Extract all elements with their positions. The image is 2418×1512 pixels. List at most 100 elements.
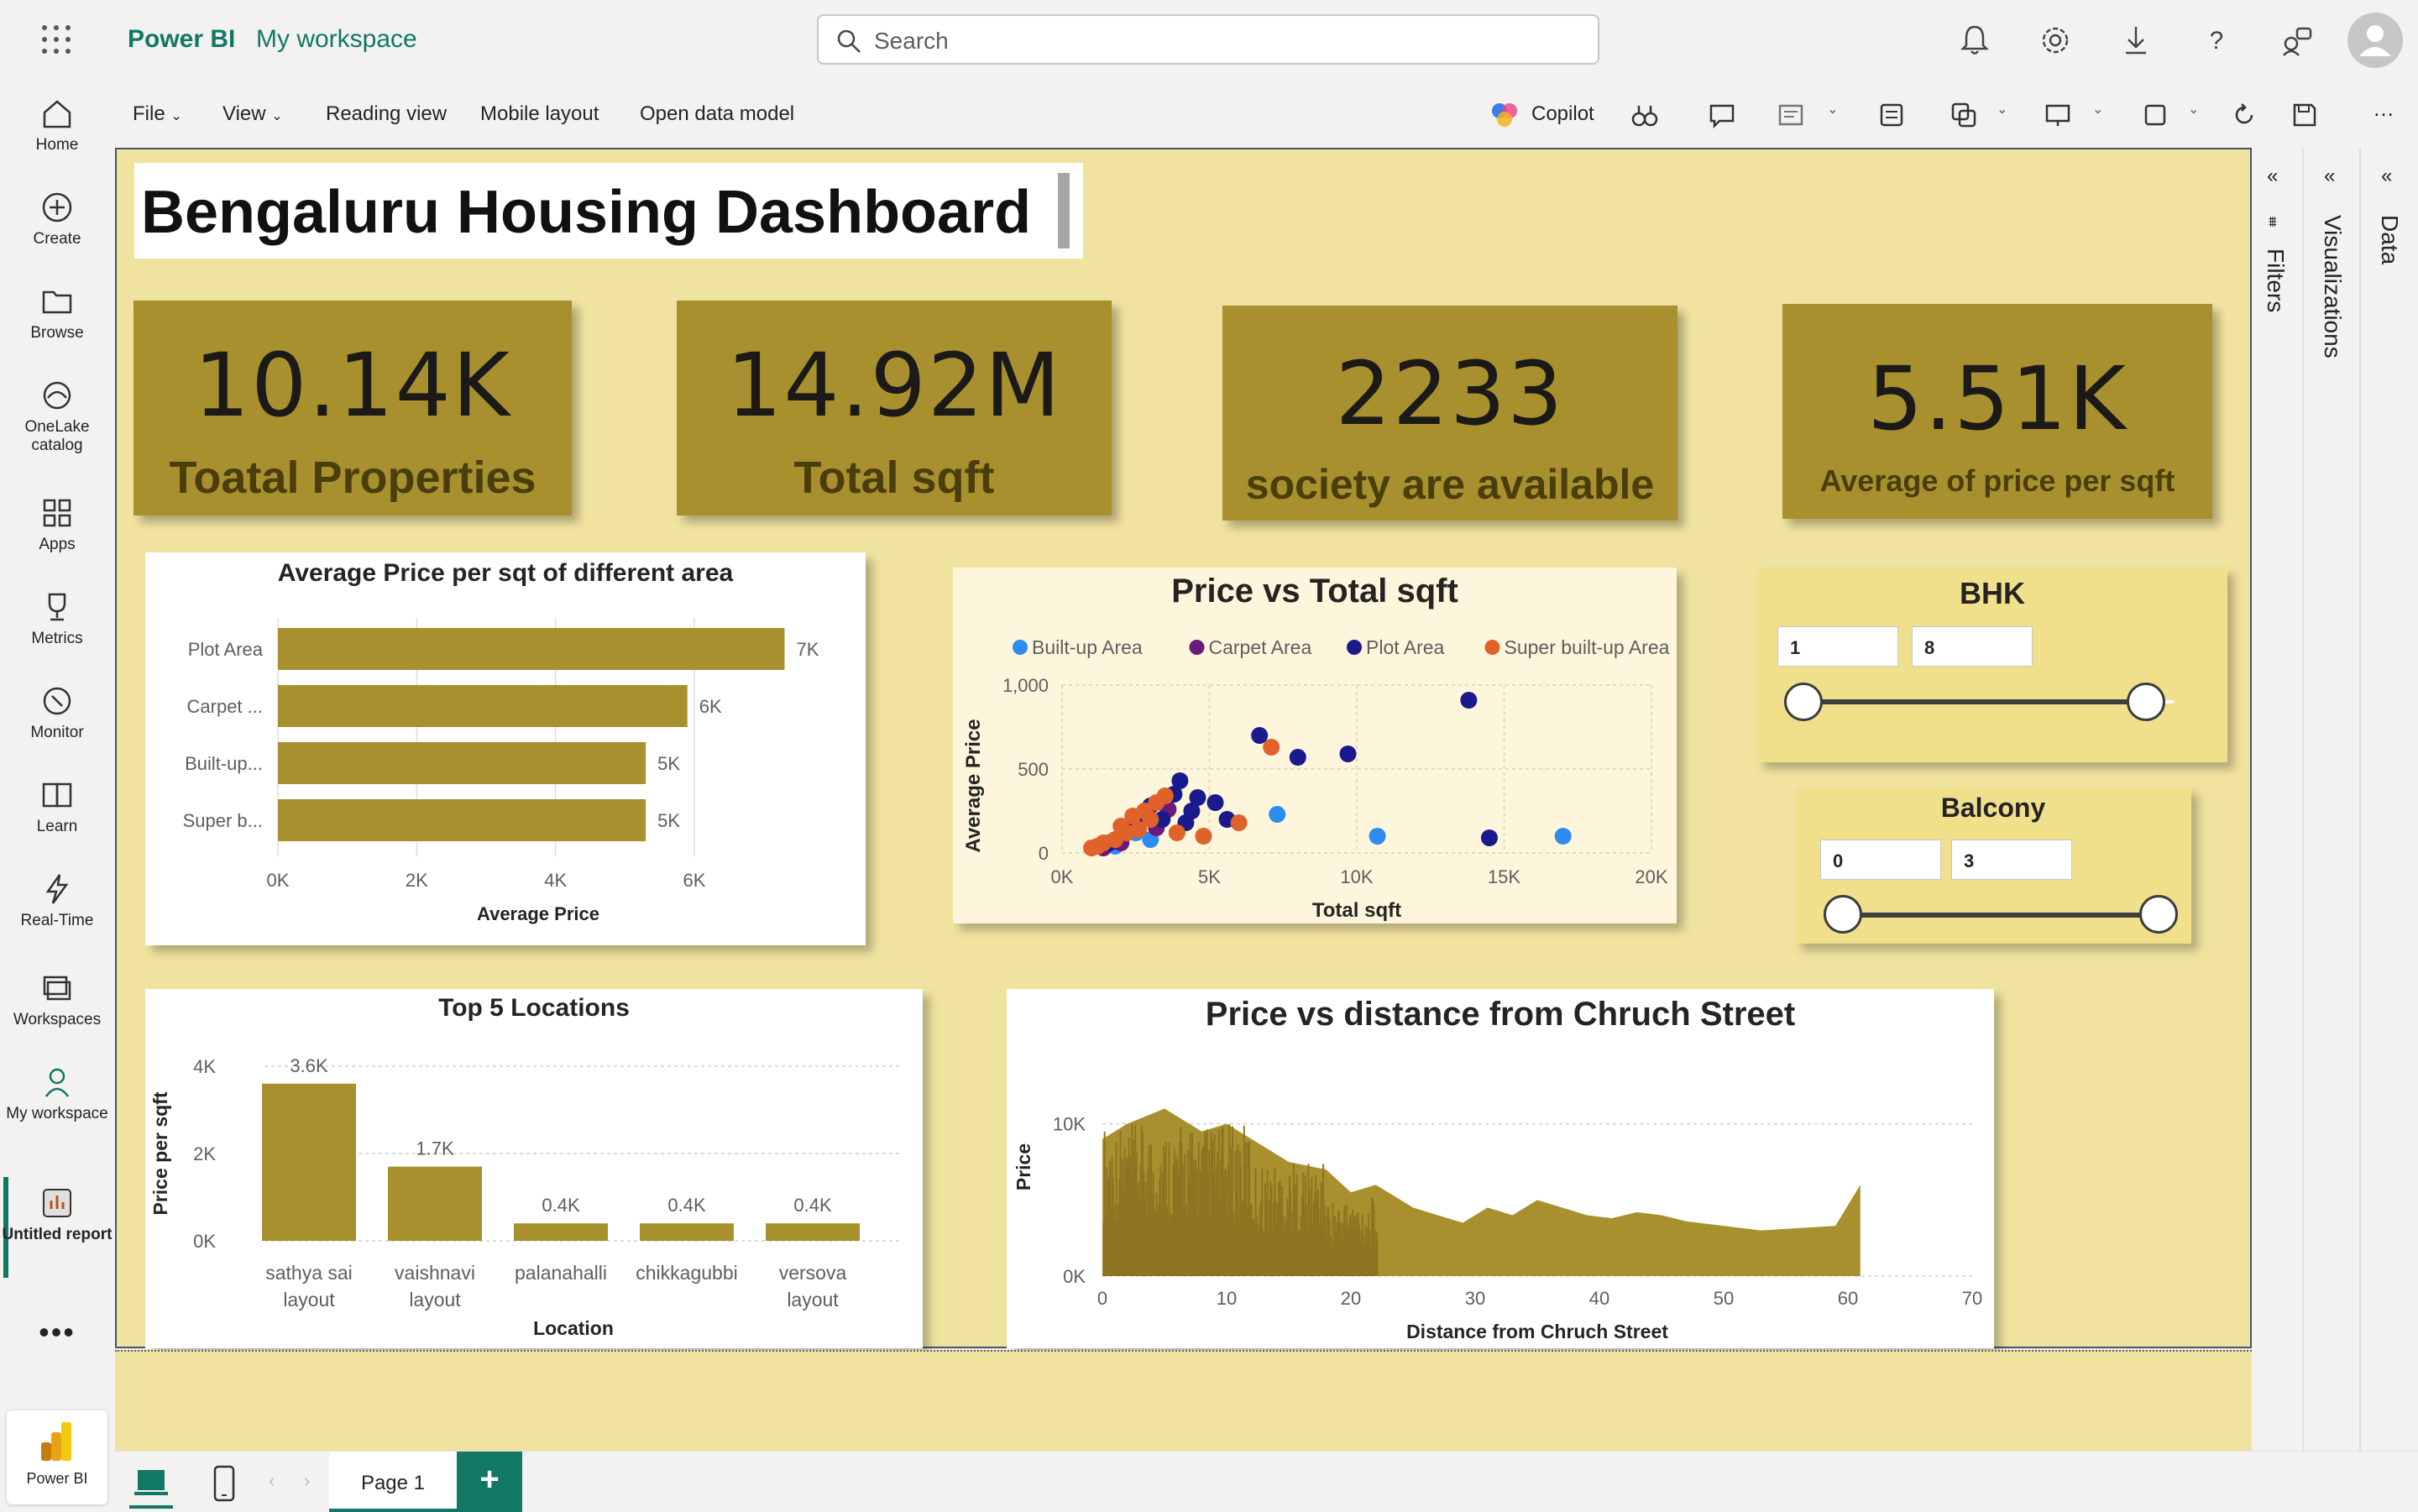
copilot-button[interactable]: Copilot <box>1531 102 1594 126</box>
data-label: 6K <box>699 696 722 717</box>
nav-monitor[interactable]: Monitor <box>0 683 114 742</box>
scatter-point <box>1460 692 1478 709</box>
bhk-slider-track[interactable] <box>1804 699 2148 704</box>
user-avatar[interactable] <box>2347 13 2403 68</box>
kpi-card-avg-price-per-sqft[interactable]: 5.51K Average of price per sqft <box>1782 304 2212 519</box>
app-name[interactable]: Power BI <box>128 25 235 54</box>
more-options-icon[interactable]: … <box>2373 96 2394 122</box>
home-icon <box>43 100 71 128</box>
chevron-left-icon[interactable]: ‹ <box>269 1470 275 1492</box>
nav-untitled-report[interactable]: Untitled report <box>0 1185 114 1244</box>
price-vs-distance-chart[interactable]: Price vs distance from Chruch Street 0K 1… <box>1007 989 1994 1348</box>
y-tick-label: 0K <box>1063 1266 1086 1287</box>
nav-workspaces[interactable]: Workspaces <box>0 971 114 1029</box>
category-label: palanahalli <box>515 1262 607 1284</box>
chevron-down-icon[interactable]: ⌄ <box>1827 101 1838 118</box>
add-page-button[interactable]: + <box>457 1452 522 1512</box>
binoculars-icon[interactable] <box>1630 101 1659 129</box>
report-canvas[interactable]: Bengaluru Housing Dashboard 10.14K Toata… <box>115 148 2252 1348</box>
scatter-point <box>1339 746 1357 762</box>
bhk-min-input[interactable]: 1 <box>1777 626 1898 667</box>
view-menu[interactable]: View ⌄ <box>222 102 283 126</box>
save-icon[interactable] <box>2290 101 2319 129</box>
bhk-slider-min-handle[interactable] <box>1784 683 1823 721</box>
balcony-slicer[interactable]: Balcony 0 3 <box>1795 787 2191 944</box>
filters-pane-tab[interactable]: Filters <box>2262 249 2289 312</box>
nav-apps[interactable]: Apps <box>0 495 114 554</box>
notes-icon[interactable] <box>1877 101 1906 129</box>
power-bi-switcher[interactable]: Power BI <box>7 1410 107 1504</box>
collapse-visualizations-icon[interactable]: « <box>2324 165 2335 188</box>
nav-real-time[interactable]: Real-Time <box>0 871 114 930</box>
chevron-right-icon[interactable]: › <box>304 1470 310 1492</box>
right-panes: « « « ⩩ Filters Visualizations Data <box>2252 148 2418 1451</box>
kpi-card-total-sqft[interactable]: 14.92M Total sqft <box>677 301 1112 515</box>
bar <box>278 799 646 841</box>
balcony-slider-track[interactable] <box>1844 913 2158 918</box>
balcony-slider-min-handle[interactable] <box>1824 895 1862 934</box>
help-icon[interactable]: ? <box>2198 22 2235 59</box>
balcony-min-input[interactable]: 0 <box>1820 840 1941 880</box>
balcony-slider-max-handle[interactable] <box>2139 895 2178 934</box>
reading-view-button[interactable]: Reading view <box>326 102 447 126</box>
top-locations-chart[interactable]: Top 5 Locations 0K 2K 4K 3.6K sathya sai layo… <box>145 989 923 1348</box>
subscribe-icon[interactable] <box>1777 101 1805 129</box>
file-menu[interactable]: File ⌄ <box>133 102 182 126</box>
x-tick-label: 50 <box>1714 1288 1734 1309</box>
avg-price-by-area-chart[interactable]: Average Price per sqt of different area … <box>145 552 866 945</box>
collapse-data-icon[interactable]: « <box>2381 165 2392 188</box>
vbar-svg: 0K 2K 4K 3.6K sathya sai layout 1.7K vaishnavi l… <box>149 1055 901 1339</box>
y-axis-label: Price <box>1013 1143 1034 1190</box>
nav-create[interactable]: Create <box>0 190 114 249</box>
pane-divider <box>2359 148 2361 1451</box>
notification-icon[interactable] <box>1956 22 1993 59</box>
hbar-svg: 0K 2K 4K 6K Plot Area 7K Carpet ... 6K Built-up.… <box>183 618 819 924</box>
nav-learn[interactable]: Learn <box>0 777 114 836</box>
refresh-icon[interactable] <box>2230 101 2258 129</box>
download-icon[interactable] <box>2117 22 2154 59</box>
data-label: 0.4K <box>667 1195 706 1216</box>
mobile-view-icon[interactable] <box>212 1465 237 1502</box>
nav-label: Workspaces <box>13 1011 102 1028</box>
kpi-card-society[interactable]: 2233 society are available <box>1222 306 1677 521</box>
chevron-down-icon[interactable]: ⌄ <box>1997 101 2007 118</box>
copy-icon[interactable] <box>1950 101 1978 129</box>
present-icon[interactable] <box>2044 101 2072 129</box>
collapse-filters-icon[interactable]: « <box>2267 165 2278 188</box>
open-data-model-button[interactable]: Open data model <box>640 102 794 126</box>
price-vs-sqft-scatter[interactable]: Price vs Total sqft Built-up Area Carpet … <box>953 568 1677 923</box>
report-icon <box>43 1189 71 1217</box>
y-tick-label: 0 <box>1039 843 1049 864</box>
nav-metrics[interactable]: Metrics <box>0 589 114 648</box>
nav-browse[interactable]: Browse <box>0 284 114 343</box>
workspace-breadcrumb[interactable]: My workspace <box>256 25 417 54</box>
category-label: sathya sai <box>265 1262 353 1284</box>
more-options-icon[interactable]: ••• <box>0 1315 114 1350</box>
bhk-slicer[interactable]: BHK 1 8 <box>1757 568 2227 762</box>
tab-page-1[interactable]: Page 1 <box>329 1452 457 1512</box>
filter-icon: ⩩ <box>2269 213 2277 230</box>
mobile-layout-button[interactable]: Mobile layout <box>480 102 599 126</box>
bhk-slider-max-handle[interactable] <box>2127 683 2165 721</box>
category-label: chikkagubbi <box>636 1262 737 1284</box>
data-label: 3.6K <box>290 1055 328 1076</box>
desktop-view-icon[interactable] <box>133 1465 170 1502</box>
search-input[interactable]: Search <box>817 14 1599 65</box>
kpi-card-total-properties[interactable]: 10.14K Toatal Properties <box>133 301 572 515</box>
window-icon[interactable] <box>2141 101 2169 129</box>
x-tick-label: 15K <box>1488 866 1520 887</box>
nav-my-workspace[interactable]: My workspace <box>0 1065 114 1123</box>
chevron-down-icon[interactable]: ⌄ <box>2092 101 2103 118</box>
comment-icon[interactable] <box>1708 101 1736 129</box>
visualizations-pane-tab[interactable]: Visualizations <box>2319 215 2346 358</box>
nav-onelake-catalog[interactable]: OneLake catalog <box>0 378 114 455</box>
settings-gear-icon[interactable] <box>2037 22 2074 59</box>
app-launcher-icon[interactable] <box>42 25 72 55</box>
nav-home[interactable]: Home <box>0 96 114 154</box>
data-pane-tab[interactable]: Data <box>2376 215 2403 264</box>
bhk-max-input[interactable]: 8 <box>1912 626 2033 667</box>
dashboard-title-box[interactable]: Bengaluru Housing Dashboard <box>134 163 1083 259</box>
chevron-down-icon[interactable]: ⌄ <box>2188 101 2199 118</box>
share-feedback-icon[interactable] <box>2279 22 2316 59</box>
balcony-max-input[interactable]: 3 <box>1951 840 2072 880</box>
